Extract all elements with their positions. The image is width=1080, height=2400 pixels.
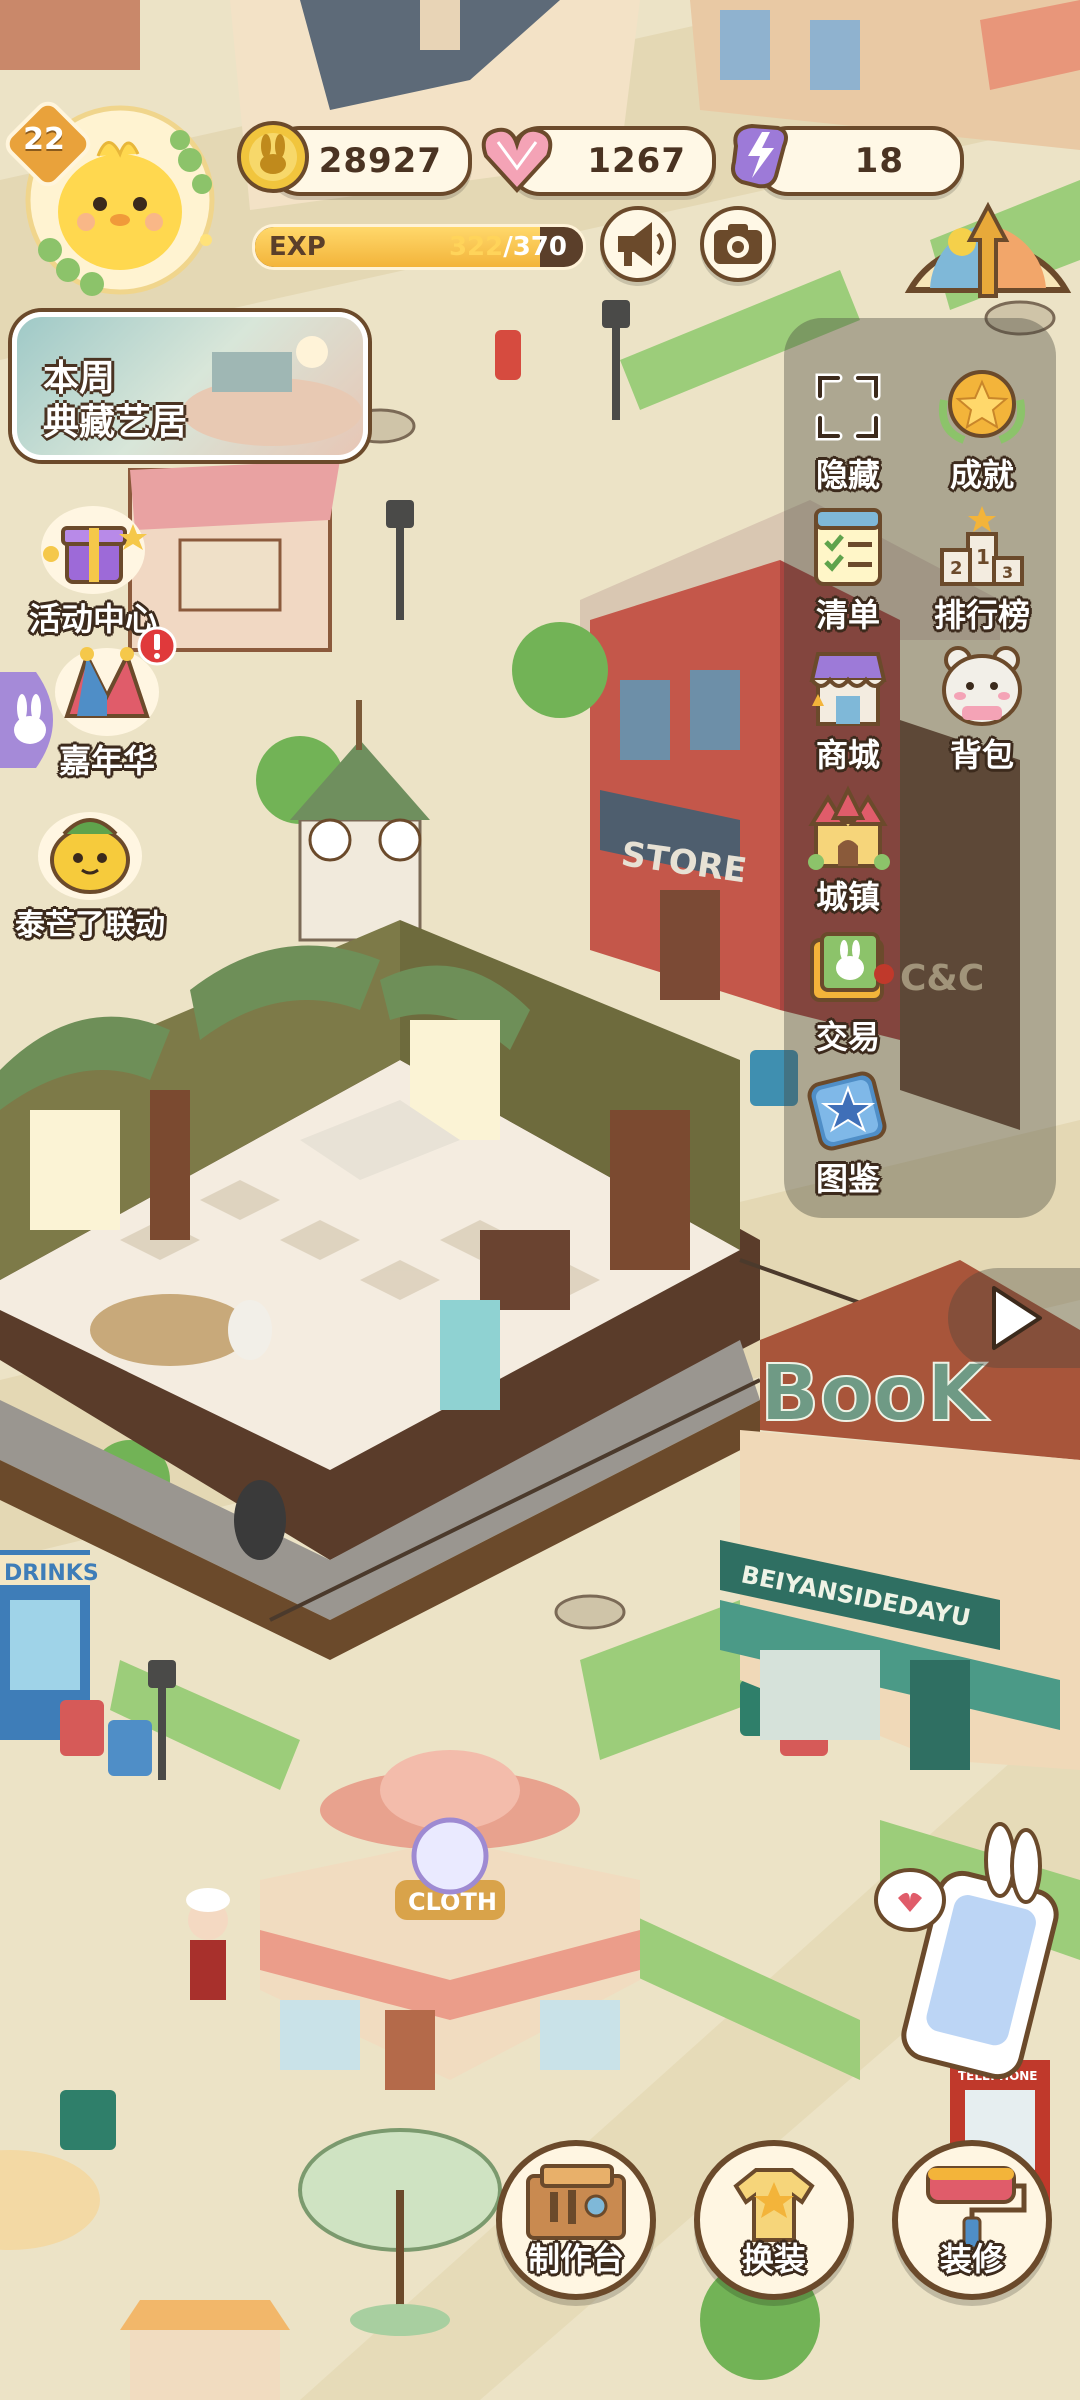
book-sign: BooK [760, 1349, 990, 1439]
coin-value: 28927 [318, 141, 442, 181]
exp-value: 322/370 [448, 232, 567, 262]
menu-backpack-button[interactable]: 背包 [922, 640, 1042, 776]
weekly-collection-banner[interactable]: 本周 典藏艺居 [12, 312, 368, 460]
event-center-button[interactable]: 活动中心 [8, 494, 178, 640]
announcement-button[interactable] [600, 206, 676, 282]
menu-shop-label: 商城 [815, 736, 880, 774]
chat-bubble-icon[interactable] [874, 1868, 946, 1932]
menu-collection-label: 图鉴 [815, 1160, 880, 1198]
dress-up-label: 换装 [741, 2240, 806, 2278]
exp-label: EXP [269, 232, 326, 262]
trade-book-icon [798, 922, 898, 1014]
heart-gem-icon [481, 127, 553, 193]
camera-icon [714, 224, 762, 264]
podium-icon: 1 2 3 [932, 500, 1032, 592]
weekly-collection-title: 本周 典藏艺居 [43, 357, 187, 445]
chef-npc [186, 1888, 230, 2000]
decorate-button[interactable]: 装修 [892, 2140, 1052, 2300]
stall [120, 2300, 290, 2400]
menu-town-button[interactable]: 城镇 [788, 782, 908, 918]
castle-icon [798, 782, 898, 874]
svg-text:2: 2 [950, 558, 963, 579]
bunny-event-icon[interactable] [0, 672, 70, 768]
lightning-glove-icon [731, 123, 788, 189]
menu-hide-label: 隐藏 [815, 456, 880, 494]
svg-text:3: 3 [1002, 563, 1013, 582]
menu-backpack-label: 背包 [949, 736, 1014, 774]
menu-achievement-button[interactable]: 成就 [922, 360, 1042, 496]
weekly-line-2: 典藏艺居 [43, 402, 188, 443]
star-trophy-icon [932, 360, 1032, 452]
menu-collection-button[interactable]: 图鉴 [788, 1064, 908, 1200]
megaphone-icon [618, 222, 664, 266]
energy-value: 18 [854, 141, 904, 181]
crafting-table-button[interactable]: 制作台 [496, 2140, 656, 2300]
menu-town-label: 城镇 [815, 878, 880, 916]
menu-checklist-label: 清单 [815, 596, 880, 634]
alert-badge-icon [137, 626, 177, 666]
menu-trade-label: 交易 [815, 1018, 880, 1056]
dress-up-button[interactable]: 换装 [694, 2140, 854, 2300]
decorate-label: 装修 [939, 2240, 1004, 2278]
exp-bar: EXP 322/370 [252, 224, 586, 270]
camera-button[interactable] [700, 206, 776, 282]
hide-frame-icon [798, 360, 898, 452]
cloth-shop-marker [411, 1817, 489, 1895]
drinks-sign: DRINKS [4, 1561, 99, 1586]
menu-leaderboard-label: 排行榜 [933, 596, 1030, 634]
taimang-collab-button[interactable]: 泰芒了联动 [0, 800, 180, 944]
bunny-npc [228, 1300, 272, 1360]
star-album-icon [798, 1064, 898, 1156]
checklist-icon [798, 500, 898, 592]
svg-text:1: 1 [976, 545, 990, 569]
menu-hide-button[interactable]: 隐藏 [788, 360, 908, 496]
player-character [234, 1480, 286, 1560]
shop-stall-icon [798, 640, 898, 732]
coin-icon [237, 121, 309, 193]
gift-icon [33, 494, 153, 594]
menu-trade-button[interactable]: 交易 [788, 922, 908, 1058]
bear-backpack-icon [932, 640, 1032, 732]
heart-value: 1267 [587, 141, 686, 181]
menu-leaderboard-button[interactable]: 1 2 3 排行榜 [922, 500, 1042, 636]
weekly-line-1: 本周 [43, 358, 116, 399]
mango-mascot-icon [30, 800, 150, 900]
menu-shop-button[interactable]: 商城 [788, 640, 908, 776]
play-arrow-icon [992, 1286, 1042, 1350]
crafting-table-label: 制作台 [527, 2240, 624, 2278]
menu-checklist-button[interactable]: 清单 [788, 500, 908, 636]
panel-toggle-button[interactable] [948, 1268, 1080, 1368]
taimang-collab-label: 泰芒了联动 [15, 908, 165, 943]
level-value: 22 [23, 122, 65, 157]
menu-achievement-label: 成就 [949, 456, 1014, 494]
